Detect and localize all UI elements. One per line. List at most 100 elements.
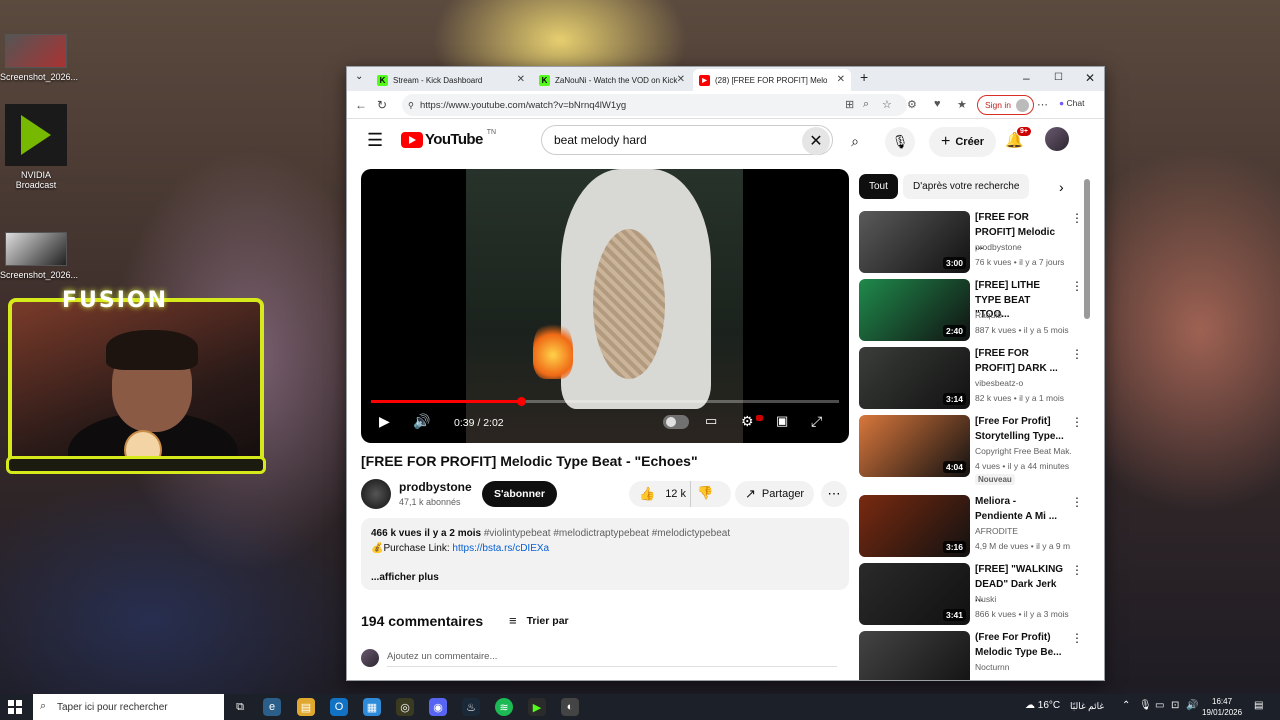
clock[interactable]: 16:47 19/01/2026 bbox=[1202, 696, 1242, 718]
settings-gear-icon[interactable]: ⚙ bbox=[741, 413, 754, 430]
page-scrollbar[interactable] bbox=[1084, 179, 1090, 319]
related-video-thumbnail[interactable]: 3:41 bbox=[859, 563, 970, 625]
share-button[interactable]: ↗ Partager bbox=[735, 481, 815, 507]
progress-scrubber[interactable] bbox=[516, 397, 526, 406]
back-button[interactable]: ← bbox=[355, 98, 367, 112]
related-video-thumbnail[interactable]: 4:04 bbox=[859, 415, 970, 477]
taskbar-search-input[interactable]: ⌕ Taper ici pour rechercher bbox=[33, 694, 224, 720]
related-video-title[interactable]: [Free For Profit] Storytelling Type... bbox=[975, 415, 1065, 444]
network-icon[interactable]: ⊡ bbox=[1171, 700, 1179, 711]
window-close-button[interactable]: ✕ bbox=[1085, 71, 1095, 85]
discord-icon[interactable]: ◉ bbox=[429, 698, 447, 716]
search-input[interactable]: beat melody hard bbox=[541, 125, 833, 155]
user-avatar[interactable] bbox=[1045, 127, 1069, 151]
steam-icon[interactable]: ♨ bbox=[462, 698, 480, 716]
more-vert-icon[interactable]: ⋮ bbox=[1071, 211, 1083, 225]
related-video-title[interactable]: (Free For Profit) Melodic Type Be... bbox=[975, 631, 1065, 660]
related-video-title[interactable]: [FREE FOR PROFIT] DARK ... bbox=[975, 347, 1065, 376]
youtube-logo[interactable]: YouTube TN bbox=[401, 129, 496, 148]
fullscreen-icon[interactable]: ⤢ bbox=[811, 413, 822, 430]
weather-widget[interactable]: ☁ 16°C bbox=[1025, 700, 1060, 711]
related-video-item[interactable]: 2:40 [FREE] LITHE TYPE BEAT "TOO... Raquib… bbox=[859, 279, 1083, 347]
chip-related-search[interactable]: D'après votre recherche bbox=[903, 174, 1030, 199]
related-video-thumbnail[interactable] bbox=[859, 631, 970, 680]
like-button[interactable]: 👍 12 k bbox=[629, 481, 691, 507]
related-video-thumbnail[interactable]: 2:40 bbox=[859, 279, 970, 341]
clear-search-icon[interactable]: ✕ bbox=[802, 127, 830, 155]
related-video-channel[interactable]: vibesbeatz-o bbox=[975, 378, 1071, 388]
related-video-item[interactable]: 3:41 [FREE] "WALKING DEAD" Dark Jerk ... N… bbox=[859, 563, 1083, 631]
more-vert-icon[interactable]: ⋮ bbox=[1071, 495, 1083, 509]
video-player[interactable]: ▶ 🔊 0:39 / 2:02 ▭ ⚙ ▣ ⤢ bbox=[361, 169, 849, 443]
edge-icon[interactable]: e bbox=[263, 698, 281, 716]
related-video-channel[interactable]: Nocturnn bbox=[975, 662, 1071, 672]
url-field[interactable]: ⚲ https://www.youtube.com/watch?v=bNrnq4… bbox=[402, 94, 907, 116]
sign-in-button[interactable]: Sign in bbox=[977, 95, 1034, 115]
windows-start-icon[interactable] bbox=[8, 700, 22, 714]
zoom-icon[interactable]: ⌕ bbox=[863, 98, 869, 111]
favorite-star-icon[interactable]: ☆ bbox=[882, 98, 892, 111]
new-tab-button[interactable]: + bbox=[860, 69, 868, 85]
more-vert-icon[interactable]: ⋮ bbox=[1071, 415, 1083, 429]
related-video-thumbnail[interactable]: 3:14 bbox=[859, 347, 970, 409]
play-icon[interactable]: ▶ bbox=[379, 413, 390, 430]
volume-icon[interactable]: 🔊 bbox=[1186, 700, 1198, 711]
more-vert-icon[interactable]: ⋮ bbox=[1071, 563, 1083, 577]
desktop-icon-screenshot-1[interactable]: Screenshot_2026... bbox=[0, 34, 78, 82]
spotify-icon[interactable]: ≋ bbox=[495, 698, 513, 716]
search-icon[interactable]: ⌕ bbox=[835, 127, 875, 155]
desktop-icon-nvidia-broadcast[interactable]: NVIDIA Broadcast bbox=[0, 104, 72, 190]
comment-input[interactable]: Ajoutez un commentaire... bbox=[387, 651, 837, 667]
chevron-right-icon[interactable]: › bbox=[1049, 174, 1074, 199]
refresh-button[interactable]: ↻ bbox=[377, 98, 387, 112]
chip-all[interactable]: Tout bbox=[859, 174, 898, 199]
task-view-icon[interactable]: ⧉ bbox=[231, 698, 249, 716]
close-icon[interactable]: ✕ bbox=[837, 74, 845, 85]
notification-center-icon[interactable]: ▤ bbox=[1254, 700, 1263, 711]
favorites-icon[interactable]: ★ bbox=[957, 98, 967, 111]
related-video-channel[interactable]: AFRODITE bbox=[975, 526, 1071, 536]
thumbs-down-icon[interactable]: 👎 bbox=[697, 485, 713, 501]
app-icon[interactable]: ◎ bbox=[396, 698, 414, 716]
show-more-button[interactable]: ...afficher plus bbox=[371, 570, 839, 585]
battery-icon[interactable]: ▭ bbox=[1155, 700, 1164, 711]
related-video-title[interactable]: Meliora - Pendiente A Mi ... bbox=[975, 495, 1065, 524]
sort-comments-button[interactable]: ≡ Trier par bbox=[509, 613, 569, 628]
outlook-icon[interactable]: O bbox=[330, 698, 348, 716]
desktop-icon-screenshot-2[interactable]: Screenshot_2026... bbox=[0, 232, 78, 280]
volume-icon[interactable]: 🔊 bbox=[413, 413, 430, 430]
progress-bar[interactable] bbox=[371, 397, 839, 406]
description-box[interactable]: 466 k vues il y a 2 mois #violintypebeat… bbox=[361, 518, 849, 590]
app-available-icon[interactable]: ⊞ bbox=[845, 98, 854, 111]
related-video-thumbnail[interactable]: 3:16 bbox=[859, 495, 970, 557]
related-video-item[interactable]: 3:00 [FREE FOR PROFIT] Melodic ... prodbys… bbox=[859, 211, 1083, 279]
more-vert-icon[interactable]: ⋮ bbox=[1071, 347, 1083, 361]
related-video-item[interactable]: 3:14 [FREE FOR PROFIT] DARK ... vibesbeatz… bbox=[859, 347, 1083, 415]
autoplay-toggle[interactable] bbox=[663, 415, 689, 429]
minimize-button[interactable]: – bbox=[1023, 71, 1030, 85]
tab-youtube[interactable]: ▶ (28) [FREE FOR PROFIT] Melodic T... ✕ bbox=[693, 69, 851, 91]
channel-avatar[interactable] bbox=[361, 479, 391, 509]
copilot-chat-button[interactable]: ● Chat bbox=[1059, 98, 1084, 108]
chevron-up-icon[interactable]: ⌃ bbox=[1122, 700, 1130, 711]
tab-list-icon[interactable]: ⌄ bbox=[355, 71, 363, 82]
close-icon[interactable]: ✕ bbox=[677, 74, 685, 85]
subtitles-icon[interactable]: ▭ bbox=[705, 413, 717, 429]
related-video-item[interactable]: 3:16 Meliora - Pendiente A Mi ... AFRODITE… bbox=[859, 495, 1083, 563]
related-video-channel[interactable]: Raquib bbox=[975, 310, 1071, 320]
channel-name[interactable]: prodbystone bbox=[399, 480, 472, 494]
obs-icon[interactable]: ◐ bbox=[561, 698, 579, 716]
microphone-icon[interactable]: 🎙 bbox=[1139, 700, 1152, 711]
related-video-channel[interactable]: Copyright Free Beat Mak... bbox=[975, 446, 1071, 456]
subscribe-button[interactable]: S'abonner bbox=[482, 481, 557, 507]
microphone-icon[interactable]: 🎙 bbox=[885, 127, 915, 157]
related-video-channel[interactable]: prodbystone bbox=[975, 242, 1071, 252]
more-menu-icon[interactable]: ⋯ bbox=[1037, 98, 1048, 111]
close-icon[interactable]: ✕ bbox=[517, 74, 525, 85]
maximize-button[interactable]: ☐ bbox=[1054, 72, 1063, 83]
tab-kick-dashboard[interactable]: K Stream - Kick Dashboard ✕ bbox=[371, 69, 531, 91]
menu-icon[interactable]: ☰ bbox=[367, 130, 383, 151]
purchase-link[interactable]: https://bsta.rs/cDIEXa bbox=[452, 543, 549, 554]
extensions-icon[interactable]: ⚙ bbox=[907, 98, 917, 111]
related-video-item[interactable]: 4:04 [Free For Profit] Storytelling Type.… bbox=[859, 415, 1083, 495]
